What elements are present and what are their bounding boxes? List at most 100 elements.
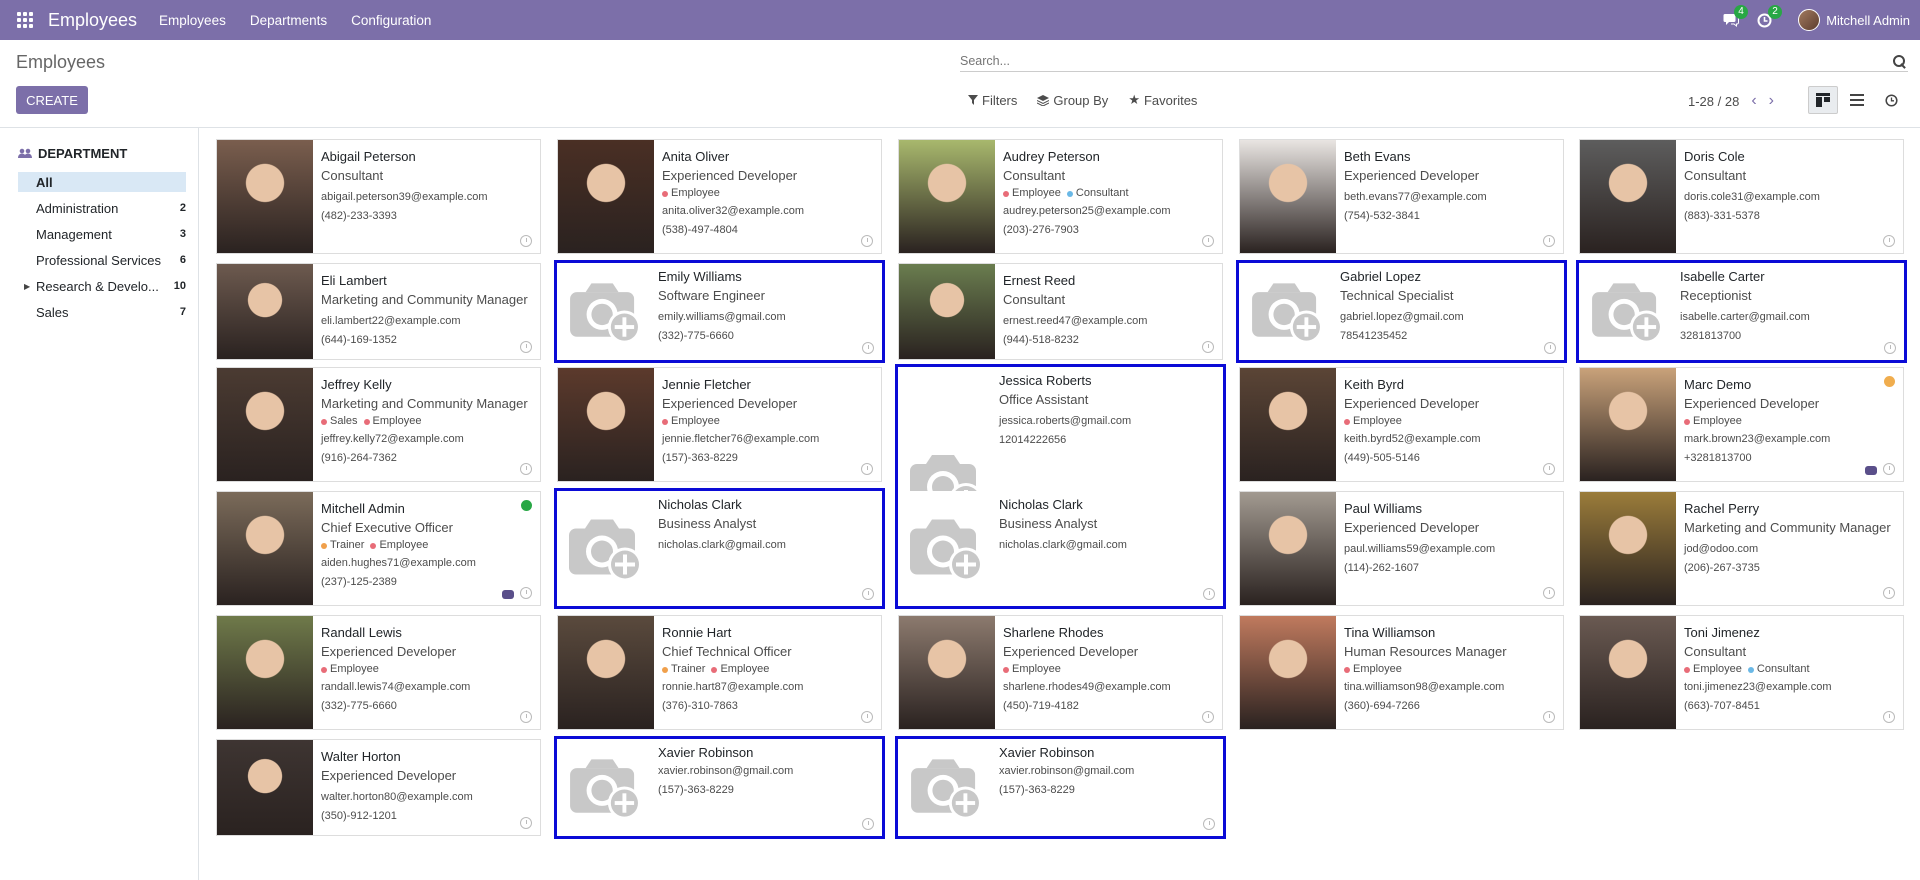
employee-card[interactable]: Anita Oliver Experienced Developer Employe… xyxy=(557,139,882,254)
chat-icon[interactable] xyxy=(1865,466,1877,475)
activity-clock-icon[interactable] xyxy=(1883,463,1895,475)
employee-email: ronnie.hart87@example.com xyxy=(662,681,804,693)
employee-card[interactable]: Mitchell Admin Chief Executive Officer Tra… xyxy=(216,491,541,606)
employee-card[interactable]: Doris Cole Consultant doris.cole31@example… xyxy=(1579,139,1904,254)
activity-clock-icon[interactable] xyxy=(520,463,532,475)
employee-card[interactable]: Isabelle Carter Receptionist isabelle.cart… xyxy=(1576,260,1907,363)
activity-clock-icon[interactable] xyxy=(520,341,532,353)
activity-clock-icon[interactable] xyxy=(1543,463,1555,475)
activity-clock-icon[interactable] xyxy=(1202,235,1214,247)
activity-clock-icon[interactable] xyxy=(1202,341,1214,353)
activity-clock-icon[interactable] xyxy=(1543,587,1555,599)
activity-clock-icon[interactable] xyxy=(1544,342,1556,354)
tag-color-dot xyxy=(370,542,377,549)
employee-card[interactable]: Jeffrey Kelly Marketing and Community Man… xyxy=(216,367,541,482)
employee-card[interactable]: Rachel Perry Marketing and Community Mana… xyxy=(1579,491,1904,606)
employee-photo-placeholder xyxy=(557,739,653,836)
activity-view-button[interactable] xyxy=(1876,86,1906,114)
activity-clock-icon[interactable] xyxy=(1543,711,1555,723)
activities-button[interactable]: 2 xyxy=(1757,4,1782,28)
employee-card[interactable]: Xavier Robinson xavier.robinson@gmail.com… xyxy=(554,736,885,839)
department-item-professional-services[interactable]: Professional Services 6 xyxy=(18,250,186,270)
activity-clock-icon[interactable] xyxy=(1203,588,1215,600)
employee-card[interactable]: Paul Williams Experienced Developer paul.w… xyxy=(1239,491,1564,606)
activity-clock-icon[interactable] xyxy=(861,235,873,247)
groupby-button[interactable]: Group By xyxy=(1037,92,1108,108)
favorites-button[interactable]: ★ Favorites xyxy=(1128,92,1197,108)
pager-previous-icon[interactable]: ‹ xyxy=(1751,92,1756,110)
department-item-administration[interactable]: Administration 2 xyxy=(18,198,186,218)
activity-clock-icon[interactable] xyxy=(862,588,874,600)
menu-configuration[interactable]: Configuration xyxy=(351,13,431,28)
activity-clock-icon[interactable] xyxy=(861,711,873,723)
employee-name: Eli Lambert xyxy=(321,273,387,288)
employee-card[interactable]: Eli Lambert Marketing and Community Manag… xyxy=(216,263,541,360)
employee-card[interactable]: Nicholas Clark Business Analyst nicholas.c… xyxy=(895,491,1226,609)
employee-card[interactable]: Walter Horton Experienced Developer walter… xyxy=(216,739,541,836)
camera-add-icon xyxy=(570,759,641,820)
search-icon[interactable] xyxy=(1892,54,1906,68)
presence-status-icon xyxy=(1884,376,1895,387)
employee-card[interactable]: Audrey Peterson Consultant Employee Consult… xyxy=(898,139,1223,254)
chat-icon[interactable] xyxy=(502,590,514,599)
activity-clock-icon[interactable] xyxy=(862,342,874,354)
employee-tag-label: Consultant xyxy=(1756,663,1810,675)
employee-card[interactable]: Randall Lewis Experienced Developer Employ… xyxy=(216,615,541,730)
menu-employees[interactable]: Employees xyxy=(159,13,226,28)
menu-departments[interactable]: Departments xyxy=(250,13,327,28)
pager-value[interactable]: 1-28 / 28 xyxy=(1688,94,1739,109)
activity-clock-icon[interactable] xyxy=(861,463,873,475)
employee-card[interactable]: Tina Williamson Human Resources Manager Em… xyxy=(1239,615,1564,730)
user-menu[interactable]: Mitchell Admin xyxy=(1798,9,1910,31)
employee-photo xyxy=(1580,492,1676,605)
messages-button[interactable]: 4 xyxy=(1723,5,1748,27)
app-name[interactable]: Employees xyxy=(48,10,137,31)
activity-clock-icon[interactable] xyxy=(862,818,874,830)
employee-card[interactable]: Toni Jimenez Consultant Employee Consultant… xyxy=(1579,615,1904,730)
employee-card[interactable]: Gabriel Lopez Technical Specialist gabriel… xyxy=(1236,260,1567,363)
department-item-research-development[interactable]: ▶ Research & Develo... 10 xyxy=(18,276,186,296)
employee-card[interactable]: Ernest Reed Consultant ernest.reed47@examp… xyxy=(898,263,1223,360)
activity-clock-icon[interactable] xyxy=(1883,235,1895,247)
camera-add-icon xyxy=(911,759,982,820)
user-name: Mitchell Admin xyxy=(1826,12,1910,28)
search-input[interactable] xyxy=(960,53,1892,68)
create-button[interactable]: CREATE xyxy=(16,86,88,114)
employee-info: Xavier Robinson xavier.robinson@gmail.com… xyxy=(999,744,1215,800)
employee-card[interactable]: Jennie Fletcher Experienced Developer Empl… xyxy=(557,367,882,482)
employee-tags: Employee xyxy=(1344,661,1555,678)
employee-photo xyxy=(1240,140,1336,253)
activity-clock-icon[interactable] xyxy=(1202,711,1214,723)
kanban-view-button[interactable] xyxy=(1808,86,1838,114)
employee-card[interactable]: Emily Williams Software Engineer emily.wil… xyxy=(554,260,885,363)
employee-photo xyxy=(558,368,654,481)
department-item-sales[interactable]: Sales 7 xyxy=(18,302,186,322)
employee-card[interactable]: Xavier Robinson xavier.robinson@gmail.com… xyxy=(895,736,1226,839)
employee-email: toni.jimenez23@example.com xyxy=(1684,681,1832,693)
activity-clock-icon[interactable] xyxy=(520,587,532,599)
employee-email: nicholas.clark@gmail.com xyxy=(999,539,1127,551)
activity-clock-icon[interactable] xyxy=(520,711,532,723)
employee-card[interactable]: Sharlene Rhodes Experienced Developer Empl… xyxy=(898,615,1223,730)
employee-photo xyxy=(217,492,313,605)
employee-card[interactable]: Beth Evans Experienced Developer beth.evan… xyxy=(1239,139,1564,254)
department-item-all[interactable]: All xyxy=(18,172,186,192)
employee-card[interactable]: Marc Demo Experienced Developer Employee ma… xyxy=(1579,367,1904,482)
activity-clock-icon[interactable] xyxy=(520,235,532,247)
pager-next-icon[interactable]: › xyxy=(1769,92,1774,110)
apps-menu-icon[interactable] xyxy=(16,11,34,29)
employee-card[interactable]: Keith Byrd Experienced Developer Employee k… xyxy=(1239,367,1564,482)
list-view-button[interactable] xyxy=(1842,86,1872,114)
activity-clock-icon[interactable] xyxy=(1883,587,1895,599)
employee-card[interactable]: Ronnie Hart Chief Technical Officer Traine… xyxy=(557,615,882,730)
activity-clock-icon[interactable] xyxy=(1883,711,1895,723)
activity-clock-icon[interactable] xyxy=(1203,818,1215,830)
filters-button[interactable]: Filters xyxy=(968,92,1017,108)
department-item-management[interactable]: Management 3 xyxy=(18,224,186,244)
employee-card[interactable]: Abigail Peterson Consultant abigail.peters… xyxy=(216,139,541,254)
employee-card[interactable]: Nicholas Clark Business Analyst nicholas.c… xyxy=(554,488,885,609)
activity-clock-icon[interactable] xyxy=(1884,342,1896,354)
activity-clock-icon[interactable] xyxy=(1543,235,1555,247)
caret-right-icon[interactable]: ▶ xyxy=(24,282,30,291)
activity-clock-icon[interactable] xyxy=(520,817,532,829)
